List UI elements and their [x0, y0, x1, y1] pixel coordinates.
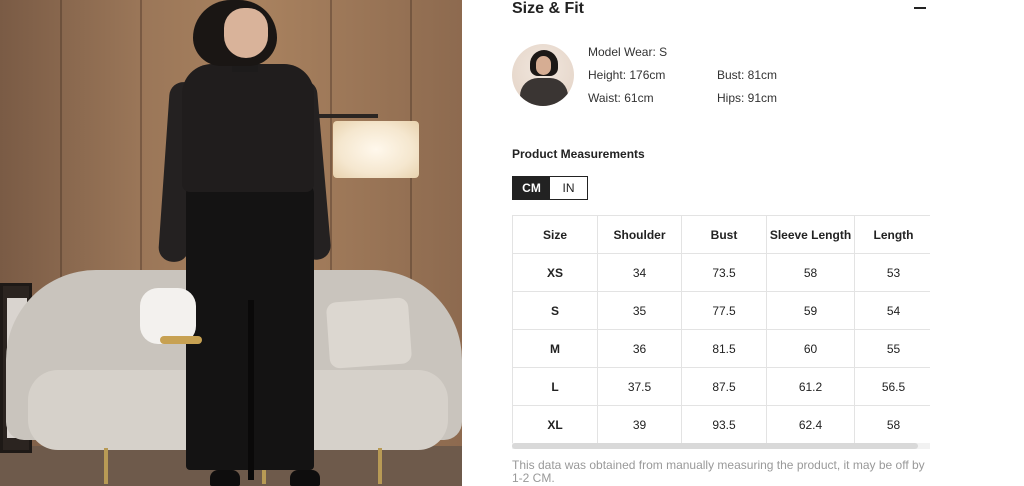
table-cell: 87.5 — [681, 367, 767, 406]
unit-cm-button[interactable]: CM — [513, 177, 550, 199]
table-cell: 81.5 — [681, 329, 767, 368]
sofa-leg — [378, 448, 382, 484]
column-header: Length — [854, 215, 930, 254]
model-height: Height: 176cm — [588, 68, 666, 82]
table-cell: 37.5 — [597, 367, 682, 406]
table-cell: 58 — [766, 253, 855, 292]
table-cell: 36 — [597, 329, 682, 368]
wall-panel — [330, 0, 332, 300]
table-cell: 59 — [766, 291, 855, 330]
lamp-arm — [312, 114, 378, 118]
size-cell: L — [512, 367, 598, 406]
table-row: S 35 77.5 59 54 — [512, 291, 930, 330]
model-shoe — [210, 470, 240, 486]
column-header: Shoulder — [597, 215, 682, 254]
product-image[interactable] — [0, 0, 462, 486]
model-shoe — [290, 470, 320, 486]
table-cell: 58 — [854, 405, 930, 443]
sofa-cushion — [325, 297, 413, 369]
model-avatar — [512, 44, 574, 106]
table-cell: 34 — [597, 253, 682, 292]
model-waist: Waist: 61cm — [588, 91, 654, 105]
table-cell: 35 — [597, 291, 682, 330]
size-fit-panel: Size & Fit Model Wear: S Height: 176cm B… — [512, 0, 932, 486]
wall-panel — [140, 0, 142, 300]
wall-panel — [60, 0, 62, 300]
lamp-shade — [333, 121, 419, 178]
product-measurements-title: Product Measurements — [512, 147, 645, 161]
column-header: Sleeve Length — [766, 215, 855, 254]
size-cell: M — [512, 329, 598, 368]
table-cell: 39 — [597, 405, 682, 443]
size-table-scroll[interactable]: Size Shoulder Bust Sleeve Length Length … — [512, 215, 930, 443]
table-cell: 55 — [854, 329, 930, 368]
bag-chain — [160, 336, 202, 344]
size-fit-header[interactable]: Size & Fit — [512, 0, 930, 20]
size-cell: S — [512, 291, 598, 330]
size-cell: XS — [512, 253, 598, 292]
table-cell: 93.5 — [681, 405, 767, 443]
model-wear-size: Model Wear: S — [588, 45, 668, 59]
table-cell: 77.5 — [681, 291, 767, 330]
model-hips: Hips: 91cm — [717, 91, 778, 105]
size-table: Size Shoulder Bust Sleeve Length Length … — [512, 215, 930, 443]
column-header: Bust — [681, 215, 767, 254]
table-cell: 73.5 — [681, 253, 767, 292]
unit-toggle: CM IN — [512, 176, 588, 200]
size-cell: XL — [512, 405, 598, 443]
table-header-row: Size Shoulder Bust Sleeve Length Length — [512, 215, 930, 254]
table-cell: 62.4 — [766, 405, 855, 443]
table-cell: 53 — [854, 253, 930, 292]
model-face — [224, 8, 268, 58]
table-cell: 61.2 — [766, 367, 855, 406]
table-row: L 37.5 87.5 61.2 56.5 — [512, 367, 930, 406]
model-lace-top — [182, 64, 314, 192]
sofa-leg — [104, 448, 108, 484]
table-scrollbar-thumb[interactable] — [512, 443, 918, 449]
table-cell: 56.5 — [854, 367, 930, 406]
table-cell: 54 — [854, 291, 930, 330]
column-header: Size — [512, 215, 598, 254]
minus-icon[interactable] — [914, 7, 926, 9]
table-row: XS 34 73.5 58 53 — [512, 253, 930, 292]
measurement-disclaimer: This data was obtained from manually mea… — [512, 458, 925, 485]
table-row: XL 39 93.5 62.4 58 — [512, 405, 930, 443]
table-row: M 36 81.5 60 55 — [512, 329, 930, 368]
model-bust: Bust: 81cm — [717, 68, 778, 82]
table-cell: 60 — [766, 329, 855, 368]
pants-gap — [248, 300, 254, 480]
unit-in-button[interactable]: IN — [550, 177, 587, 199]
size-fit-title: Size & Fit — [512, 0, 585, 17]
